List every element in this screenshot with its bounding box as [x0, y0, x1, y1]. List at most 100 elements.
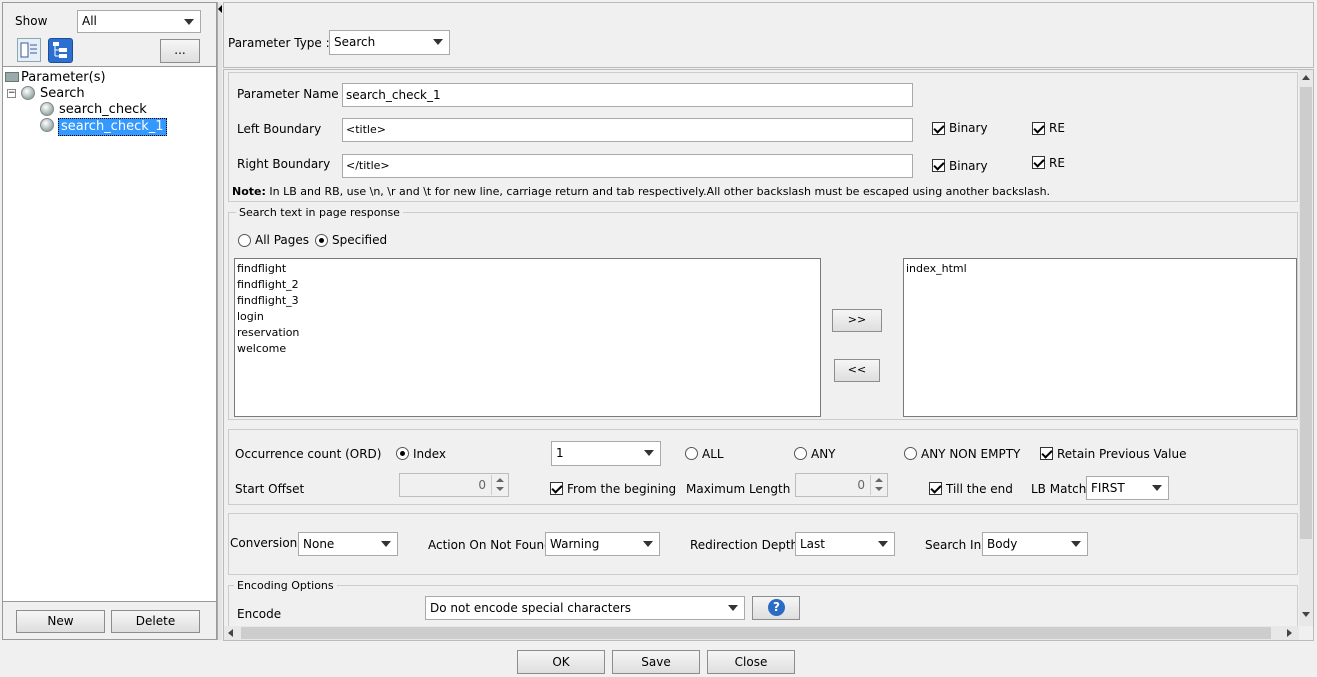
conversion-label: Conversion: [230, 536, 298, 550]
save-button[interactable]: Save: [612, 650, 700, 674]
available-pages-list[interactable]: findflight findflight_2 findflight_3 log…: [234, 258, 821, 417]
vertical-scrollbar[interactable]: [1299, 70, 1313, 626]
encode-select[interactable]: Do not encode special characters: [425, 596, 745, 620]
lb-match-label: LB Match: [1031, 482, 1087, 496]
list-item[interactable]: findflight_3: [237, 293, 818, 309]
selected-pages-list[interactable]: index_html: [903, 258, 1297, 417]
retain-checkbox[interactable]: [1040, 447, 1053, 460]
retain-label: Retain Previous Value: [1057, 447, 1187, 461]
search-group-icon: [21, 86, 35, 100]
close-button[interactable]: Close: [707, 650, 795, 674]
type-bar: Parameter Type : Search: [223, 2, 1314, 68]
lb-binary-label: Binary: [949, 121, 988, 135]
action-select[interactable]: Warning: [545, 532, 660, 556]
from-beginning-label: From the begining: [567, 482, 677, 496]
rb-re-label: RE: [1049, 156, 1065, 170]
index-select[interactable]: 1: [551, 441, 661, 466]
all-label: ALL: [702, 447, 724, 461]
scroll-up-icon[interactable]: [1302, 75, 1310, 80]
any-non-empty-radio[interactable]: [904, 447, 917, 460]
index-radio[interactable]: [396, 447, 409, 460]
occurrence-label: Occurrence count (ORD): [235, 447, 382, 461]
note-text: Note: In LB and RB, use \n, \r and \t fo…: [232, 185, 1051, 198]
list-item[interactable]: findflight_2: [237, 277, 818, 293]
tree-search-group[interactable]: Search: [40, 86, 85, 102]
flat-view-icon[interactable]: [17, 38, 41, 62]
scroll-right-icon[interactable]: [1287, 629, 1292, 637]
main-form: Parameter Name search_check_1 Left Bound…: [223, 69, 1314, 641]
till-end-checkbox[interactable]: [929, 482, 942, 495]
all-radio[interactable]: [685, 447, 698, 460]
right-boundary-input[interactable]: </title>: [342, 154, 913, 178]
right-boundary-label: Right Boundary: [237, 157, 331, 171]
redirection-select[interactable]: Last: [795, 532, 895, 556]
any-radio[interactable]: [794, 447, 807, 460]
left-boundary-input[interactable]: <title>: [342, 118, 913, 142]
lb-match-select[interactable]: FIRST: [1086, 476, 1169, 500]
list-item[interactable]: findflight: [237, 261, 818, 277]
from-beginning-checkbox[interactable]: [550, 482, 563, 495]
search-in-label: Search In: [925, 538, 982, 552]
scroll-left-icon[interactable]: [228, 629, 233, 637]
parameter-icon: [40, 102, 54, 116]
root-folder-icon: [5, 72, 19, 82]
tree-view-icon[interactable]: [48, 38, 73, 63]
rb-binary-label: Binary: [949, 159, 988, 173]
show-select[interactable]: All: [77, 10, 201, 33]
list-item[interactable]: reservation: [237, 325, 818, 341]
till-end-label: Till the end: [946, 482, 1013, 496]
remove-page-button[interactable]: <<: [834, 359, 880, 382]
lb-binary-checkbox[interactable]: [932, 122, 945, 135]
left-panel: Show All ... Parameter(s) − Search searc…: [2, 2, 217, 640]
more-button[interactable]: ...: [160, 39, 200, 63]
show-label: Show: [15, 14, 48, 28]
left-boundary-label: Left Boundary: [237, 122, 322, 136]
list-item[interactable]: welcome: [237, 341, 818, 357]
lb-re-label: RE: [1049, 121, 1065, 135]
redirection-label: Redirection Depth: [690, 538, 799, 552]
help-icon: ?: [768, 599, 785, 616]
splitter[interactable]: [217, 2, 222, 640]
all-pages-label: All Pages: [255, 233, 309, 247]
parameter-icon: [40, 118, 54, 132]
tree-item-search-check[interactable]: search_check: [59, 102, 147, 118]
search-text-title: Search text in page response: [236, 206, 403, 219]
max-length-spinner[interactable]: 0: [795, 473, 888, 497]
new-button[interactable]: New: [16, 610, 105, 633]
index-label: Index: [413, 447, 447, 461]
encode-label: Encode: [237, 607, 282, 621]
param-name-input[interactable]: search_check_1: [342, 83, 913, 107]
param-type-select[interactable]: Search: [329, 30, 450, 55]
lb-re-checkbox[interactable]: [1032, 122, 1045, 135]
any-non-empty-label: ANY NON EMPTY: [921, 447, 1021, 461]
help-button[interactable]: ?: [752, 596, 800, 620]
start-offset-label: Start Offset: [235, 482, 305, 496]
scroll-down-icon[interactable]: [1302, 612, 1310, 617]
horizontal-scrollbar[interactable]: [224, 626, 1299, 640]
specified-label: Specified: [332, 233, 388, 247]
search-in-select[interactable]: Body: [982, 532, 1088, 556]
any-label: ANY: [811, 447, 836, 461]
rb-binary-checkbox[interactable]: [932, 159, 945, 172]
specified-radio[interactable]: [315, 234, 328, 247]
vertical-scroll-thumb[interactable]: [1300, 87, 1312, 539]
conversion-select[interactable]: None: [298, 532, 398, 556]
all-pages-radio[interactable]: [238, 234, 251, 247]
horizontal-scroll-thumb[interactable]: [241, 627, 1271, 639]
rb-re-checkbox[interactable]: [1032, 156, 1045, 169]
list-item[interactable]: login: [237, 309, 818, 325]
max-length-label: Maximum Length: [686, 482, 791, 496]
action-label: Action On Not Found: [428, 538, 552, 552]
ok-button[interactable]: OK: [517, 650, 605, 674]
splitter-arrow-icon[interactable]: [218, 5, 222, 13]
param-type-label: Parameter Type :: [228, 36, 330, 50]
tree-root[interactable]: Parameter(s): [21, 70, 106, 86]
start-offset-spinner[interactable]: 0: [399, 473, 509, 497]
list-item[interactable]: index_html: [906, 261, 1294, 277]
tree-item-search-check-1[interactable]: search_check_1: [58, 118, 167, 136]
add-page-button[interactable]: >>: [832, 309, 882, 332]
parameter-tree: Parameter(s) − Search search_check searc…: [3, 66, 216, 602]
delete-button[interactable]: Delete: [111, 610, 200, 633]
encoding-title: Encoding Options: [234, 579, 337, 592]
collapse-icon[interactable]: −: [7, 89, 16, 98]
